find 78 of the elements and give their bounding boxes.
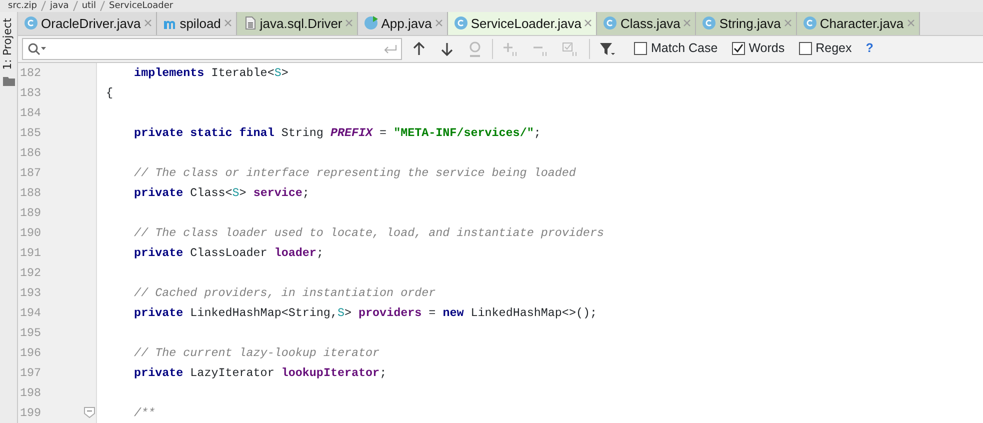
line-number: 182 (19, 65, 42, 82)
breadcrumb-item[interactable]: java (50, 1, 69, 11)
code-line: implements Iterable<S> (133, 65, 290, 82)
folder-icon[interactable] (2, 76, 14, 86)
code-line: private static final String PREFIX = "META-INF/services/"; (133, 125, 542, 142)
editor-tab[interactable]: Character.java (796, 12, 920, 35)
line-number: 187 (19, 165, 42, 182)
code-line: // The current lazy-lookup iterator (133, 345, 381, 362)
breadcrumb-separator-icon (100, 0, 106, 11)
line-number: 190 (19, 225, 42, 242)
breadcrumb-item[interactable]: util (82, 1, 96, 11)
code-line: { (106, 85, 114, 102)
close-icon[interactable] (224, 19, 232, 28)
line-number: 184 (19, 105, 42, 122)
code-line: // The class or interface representing the service being loaded (133, 165, 577, 182)
close-icon[interactable] (144, 19, 152, 28)
code-line: private LazyIterator lookupIterator; (133, 365, 388, 382)
code-line: // The class loader used to locate, load, and instantiate providers (133, 225, 605, 242)
code-line: /** (133, 405, 156, 422)
breadcrumb-separator-icon (40, 0, 46, 11)
line-number: 199 (19, 405, 42, 422)
close-icon[interactable] (784, 19, 792, 28)
editor-tab[interactable]: String.java (696, 12, 797, 35)
breadcrumb-item[interactable]: src.zip (8, 1, 37, 11)
class-icon (24, 16, 38, 30)
code-line: private ClassLoader loader; (133, 245, 324, 262)
arrow-up-icon[interactable] (411, 40, 427, 57)
line-number: 194 (19, 305, 42, 322)
checkbox-label[interactable]: Regex (816, 39, 852, 58)
close-icon[interactable] (683, 19, 692, 28)
class-icon (802, 16, 817, 30)
line-number: 186 (19, 145, 42, 162)
search-field[interactable] (22, 38, 402, 60)
checkbox-label[interactable]: Words (748, 39, 785, 58)
runnable-class-icon (364, 16, 378, 30)
class-icon (603, 16, 618, 30)
line-number: 197 (19, 365, 42, 382)
find-occurrences-icon[interactable] (467, 40, 483, 57)
breadcrumb-item[interactable]: ServiceLoader (109, 1, 174, 11)
editor-tab[interactable]: spiload (156, 12, 237, 35)
code-line: private Class<S> service; (133, 185, 310, 202)
help-link[interactable]: ? (866, 39, 874, 58)
breadcrumb-separator-icon (72, 0, 78, 11)
editor-tab[interactable]: java.sql.Driver (236, 12, 358, 35)
checkbox[interactable] (732, 42, 745, 56)
editor-tab[interactable]: ServiceLoader.java (448, 12, 598, 35)
class-icon (454, 16, 468, 30)
close-icon[interactable] (584, 19, 592, 28)
checkbox-label[interactable]: Match Case (651, 39, 718, 58)
line-number: 198 (19, 385, 42, 402)
line-number: 196 (19, 345, 42, 362)
code-line: private LinkedHashMap<String,S> providers = new LinkedHashMap<>(); (133, 305, 598, 322)
fold-marker-icon[interactable] (84, 407, 95, 418)
line-number: 189 (19, 205, 42, 222)
editor-tab[interactable]: App.java (358, 12, 448, 35)
class-icon (702, 16, 716, 30)
line-number: 183 (19, 85, 42, 102)
close-icon[interactable] (434, 19, 443, 28)
arrow-down-icon[interactable] (439, 40, 455, 57)
enter-icon (383, 44, 397, 54)
line-number: 195 (19, 325, 42, 342)
line-number: 185 (19, 125, 42, 142)
editor-tab[interactable]: OracleDriver.java (18, 12, 157, 35)
close-icon[interactable] (906, 19, 915, 28)
code-line: // Cached providers, in instantiation order (133, 285, 437, 302)
search-icon[interactable] (27, 42, 47, 56)
text-file-icon (242, 16, 257, 30)
line-number: 193 (19, 285, 42, 302)
line-number: 191 (19, 245, 42, 262)
project-tool-tab[interactable]: 1: Project (0, 18, 17, 70)
close-icon[interactable] (345, 19, 354, 28)
checkbox[interactable] (634, 42, 647, 56)
line-number: 192 (19, 265, 42, 282)
line-number: 188 (19, 185, 42, 202)
check-icon (732, 43, 744, 54)
filter-icon[interactable] (599, 40, 617, 57)
checkbox[interactable] (798, 42, 812, 56)
editor-tab[interactable]: Class.java (597, 12, 696, 35)
